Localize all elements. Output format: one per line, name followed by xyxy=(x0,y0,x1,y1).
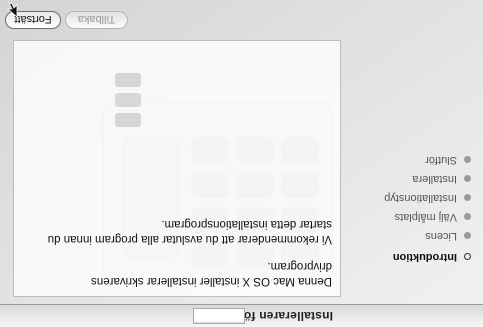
step-introduction: Introduktion xyxy=(393,251,471,263)
step-bullet-icon xyxy=(464,156,471,164)
introduction-content-pane: Denna Mac OS X installer installerar skr… xyxy=(13,40,341,297)
step-label: Installationstyp xyxy=(384,192,457,204)
step-license: Licens xyxy=(425,230,471,242)
installer-steps-sidebar: Introduktion Licens Välj målplats Instal… xyxy=(348,0,483,305)
step-bullet-icon xyxy=(464,213,471,221)
step-select-destination: Välj målplats xyxy=(395,211,471,223)
step-installation-type: Installationstyp xyxy=(384,192,471,204)
window-title: Installeraren för xyxy=(238,309,333,323)
step-label: Slutför xyxy=(425,154,457,166)
recommendation-paragraph: Vi rekommenderar att du avslutar alla pr… xyxy=(47,218,332,245)
intro-paragraph: Denna Mac OS X installer installerar skr… xyxy=(91,260,332,287)
current-step-icon xyxy=(464,253,471,261)
back-button[interactable]: Tillbaka xyxy=(65,11,128,29)
title-name-field xyxy=(193,308,245,324)
mouse-pointer-icon xyxy=(6,2,18,18)
step-label: Välj målplats xyxy=(394,211,457,223)
step-bullet-icon xyxy=(464,194,471,202)
step-label: Licens xyxy=(425,230,457,242)
title-bar: Installeraren för xyxy=(0,304,483,327)
step-label: Installera xyxy=(412,173,457,185)
introduction-text: Denna Mac OS X installer installerar skr… xyxy=(32,204,332,288)
step-finish: Slutför xyxy=(425,154,471,166)
step-bullet-icon xyxy=(464,175,471,183)
step-install: Installera xyxy=(412,173,471,185)
installer-window: Installeraren för Introduktion Licens Vä… xyxy=(0,0,483,327)
step-label: Introduktion xyxy=(392,251,457,263)
step-bullet-icon xyxy=(464,232,471,240)
